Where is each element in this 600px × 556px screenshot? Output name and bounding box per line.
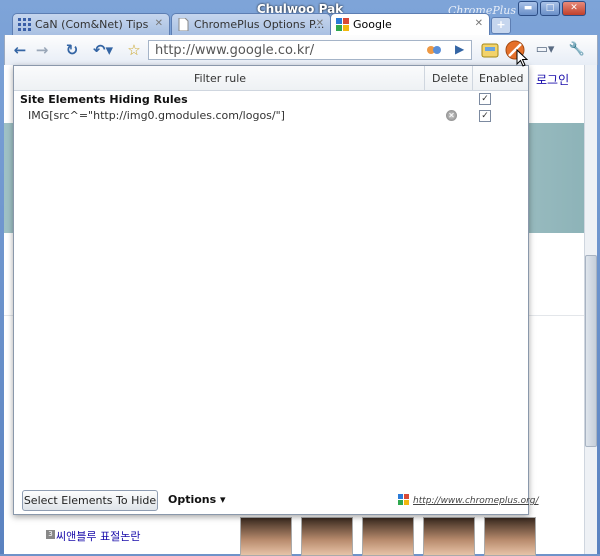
page-menu-icon[interactable]: ▭▾ [533,41,557,59]
tab-chromeplus-options[interactable]: ChromePlus Options P... ✕ [171,13,331,35]
news-link[interactable]: 씨앤블루 표절논란 [56,528,140,544]
popup-footer: Select Elements To Hide Options ▾ http:/… [14,484,539,514]
url-text: http://www.google.co.kr/ [155,43,315,58]
rule-group-title: Site Elements Hiding Rules [20,93,188,106]
thumbnail-image[interactable] [301,517,353,556]
tab-label: Google [353,18,392,31]
mouse-cursor-icon [516,48,529,70]
tab-can-tips[interactable]: CaN (Com&Net) Tips ✕ [12,13,170,35]
column-enabled: Enabled [479,72,524,85]
close-tab-icon[interactable]: ✕ [316,18,324,29]
close-tab-icon[interactable]: ✕ [475,18,483,29]
filter-rules-popup: Filter rule Delete Enabled Site Elements… [13,65,539,515]
options-menu[interactable]: Options ▾ [168,493,226,506]
select-elements-button[interactable]: Select Elements To Hide [22,490,158,511]
back-icon[interactable]: ← [11,41,29,59]
group-enabled-checkbox[interactable]: ✓ [479,93,491,105]
thumbnail-image[interactable] [240,517,292,556]
login-link[interactable]: 로그인 [536,71,569,88]
page-icon [177,17,190,32]
bullet-icon: 3 [46,530,55,539]
extension-icon[interactable] [481,41,499,59]
address-bar[interactable]: http://www.google.co.kr/ ▶ [148,40,472,60]
delete-rule-icon[interactable]: ✕ [446,110,457,121]
minimize-button[interactable]: ▬ [518,1,538,16]
new-tab-button[interactable]: + [491,17,511,34]
thumbnail-image[interactable] [484,517,536,556]
maximize-button[interactable]: □ [540,1,560,16]
undo-close-icon[interactable]: ↶▾ [89,41,117,59]
star-icon[interactable]: ☆ [125,41,143,59]
divider [424,66,425,90]
table-header: Filter rule Delete Enabled [14,66,528,91]
google-icon [336,18,349,31]
rule-enabled-checkbox[interactable]: ✓ [479,110,491,122]
tab-label: CaN (Com&Net) Tips [35,18,149,31]
grid-icon [18,18,31,31]
forward-icon[interactable]: → [33,41,51,59]
chromeplus-site-link[interactable]: http://www.chromeplus.org/ [413,496,539,506]
scrollbar-thumb[interactable] [585,255,597,447]
go-icon[interactable]: ▶ [455,42,464,56]
close-window-button[interactable]: ✕ [562,1,586,16]
close-tab-icon[interactable]: ✕ [155,18,163,29]
wrench-icon[interactable]: 🔧 [565,41,589,59]
column-delete: Delete [432,72,469,85]
divider [472,66,473,90]
thumbnail-image[interactable] [362,517,414,556]
thumbnail-image[interactable] [423,517,475,556]
column-filter-rule: Filter rule [194,72,247,85]
page-action-icon[interactable] [426,43,442,60]
tab-label: ChromePlus Options P... [194,18,325,31]
filter-rule-text: IMG[src^="http://img0.gmodules.com/logos… [28,109,285,122]
tab-google[interactable]: Google ✕ [330,13,490,36]
toolbar: ← → ↻ ↶▾ ☆ http://www.google.co.kr/ ▶ ▭▾… [4,35,598,65]
reload-icon[interactable]: ↻ [63,41,81,59]
chromeplus-logo-icon [398,494,410,506]
